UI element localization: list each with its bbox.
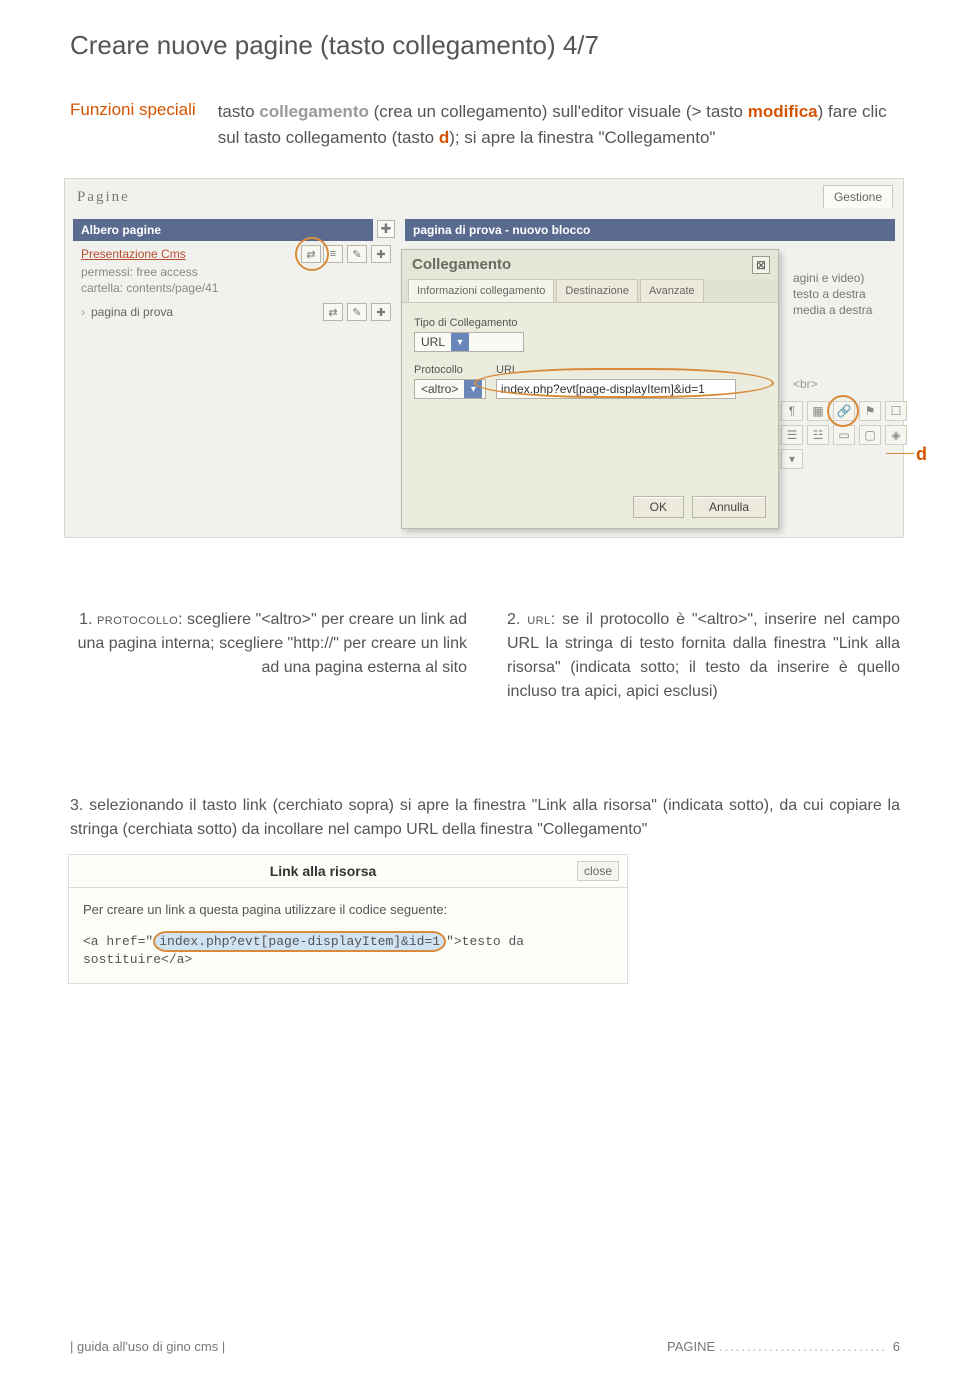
side-text: media a destra — [793, 303, 872, 317]
step2-txt: : se il protocollo è "<altro>", inserire… — [507, 611, 900, 700]
add-icon[interactable]: ✚ — [371, 303, 391, 321]
shot2-header: Link alla risorsa close — [69, 855, 627, 888]
side-text: agini e video) — [793, 271, 864, 285]
editor-icon[interactable]: ⚑ — [859, 401, 881, 421]
page-footer: | guida all'uso di gino cms | PAGINE ...… — [70, 1339, 900, 1354]
editor-icon[interactable]: ☳ — [807, 425, 829, 445]
screenshot-link-risorsa: Link alla risorsa close Per creare un li… — [68, 854, 628, 984]
highlight-ring — [295, 237, 329, 271]
editor-icon[interactable]: ¶ — [781, 401, 803, 421]
editor-icon[interactable]: ▾ — [781, 449, 803, 469]
perm-text: permessi: free access — [81, 265, 198, 279]
highlight-ellipse — [474, 368, 774, 398]
cancel-button[interactable]: Annulla — [692, 496, 766, 518]
step-2: 2. url: se il protocollo è "<altro>", in… — [507, 608, 900, 704]
editor-icon[interactable]: ▭ — [833, 425, 855, 445]
cart-text: cartella: contents/page/41 — [81, 281, 218, 295]
step-1: 1. protocollo: scegliere "<altro>" per c… — [74, 608, 467, 704]
intro-pre: tasto — [218, 102, 260, 121]
close-button[interactable]: close — [577, 861, 619, 881]
footer-section: PAGINE — [667, 1339, 715, 1354]
proto-label: Protocollo — [414, 364, 486, 376]
editor-icon[interactable]: ▦ — [807, 401, 829, 421]
steps-row: 1. protocollo: scegliere "<altro>" per c… — [74, 608, 900, 704]
main-header: pagina di prova - nuovo blocco — [405, 219, 895, 241]
close-icon[interactable]: ⊠ — [752, 256, 770, 274]
editor-icon[interactable]: ◈ — [885, 425, 907, 445]
sidebar-header: Albero pagine — [73, 219, 373, 241]
editor-icon[interactable]: ☐ — [885, 401, 907, 421]
editor-icon[interactable]: ☰ — [781, 425, 803, 445]
intro-post: ); si apre la finestra "Collegamento" — [449, 128, 715, 147]
page-title: Creare nuove pagine (tasto collegamento)… — [70, 30, 900, 61]
tab-adv[interactable]: Avanzate — [640, 279, 704, 302]
footer-page: 6 — [893, 1339, 900, 1354]
dialog-tabs: Informazioni collegamento Destinazione A… — [402, 279, 778, 303]
tipo-select[interactable]: URL ▾ — [414, 332, 524, 352]
marker-line — [886, 453, 914, 454]
cms-link[interactable]: Presentazione Cms — [81, 247, 186, 261]
tipo-label: Tipo di Collegamento — [414, 317, 766, 329]
code-pre: <a href=" — [83, 934, 153, 949]
step1-sc: protocollo — [97, 611, 178, 628]
dialog-title: Collegamento — [402, 250, 778, 279]
edit-icon[interactable]: ✎ — [347, 303, 367, 321]
tipo-value: URL — [415, 335, 451, 349]
shot2-body: Per creare un link a questa pagina utili… — [69, 888, 627, 971]
gestione-tab[interactable]: Gestione — [823, 185, 893, 208]
step1-num: 1. — [79, 611, 97, 628]
kw-modifica: modifica — [748, 102, 818, 121]
highlight-ring — [827, 395, 859, 427]
edit-icon[interactable]: ✎ — [347, 245, 367, 263]
pagine-label: Pagine — [77, 189, 130, 206]
ok-button[interactable]: OK — [633, 496, 684, 518]
dialog-body: Tipo di Collegamento URL ▾ Protocollo <a… — [402, 303, 778, 407]
chevron-down-icon: ▾ — [451, 333, 469, 351]
add-icon[interactable]: ✚ — [377, 220, 395, 238]
prova-item[interactable]: pagina di prova — [81, 305, 173, 319]
shot2-desc: Per creare un link a questa pagina utili… — [83, 902, 613, 917]
side-text: testo a destra — [793, 287, 866, 301]
add-icon[interactable]: ✚ — [371, 245, 391, 263]
link-icon[interactable]: ⇄ — [323, 303, 343, 321]
editor-icon[interactable]: ▢ — [859, 425, 881, 445]
tab-dest[interactable]: Destinazione — [556, 279, 638, 302]
shot2-title: Link alla risorsa — [69, 863, 577, 879]
code-line: <a href="index.php?evt[page-displayItem]… — [83, 931, 613, 967]
footer-left: | guida all'uso di gino cms | — [70, 1339, 225, 1354]
intro-row: Funzioni speciali tasto collegamento (cr… — [70, 99, 900, 150]
kw-collegamento: collegamento — [259, 102, 369, 121]
screenshot-main: Pagine Gestione Albero pagine ✚ pagina d… — [64, 178, 904, 538]
proto-value: <altro> — [415, 382, 464, 396]
br-tag: <br> — [793, 377, 818, 391]
d-marker: d — [916, 444, 927, 465]
func-label: Funzioni speciali — [70, 99, 196, 150]
step-3: 3. selezionando il tasto link (cerchiato… — [70, 794, 900, 842]
collegamento-dialog: Collegamento ⊠ Informazioni collegamento… — [401, 249, 779, 529]
intro-mid1: (crea un collegamento) sull'editor visua… — [369, 102, 748, 121]
footer-dots: .............................. — [719, 1339, 893, 1354]
intro-text: tasto collegamento (crea un collegamento… — [218, 99, 900, 150]
kw-d: d — [439, 128, 449, 147]
step2-num: 2. — [507, 611, 527, 628]
footer-right: PAGINE .............................. 6 — [667, 1339, 900, 1354]
tab-info[interactable]: Informazioni collegamento — [408, 279, 554, 302]
code-highlight: index.php?evt[page-displayItem]&id=1 — [153, 931, 446, 952]
step2-sc: url — [527, 611, 551, 628]
